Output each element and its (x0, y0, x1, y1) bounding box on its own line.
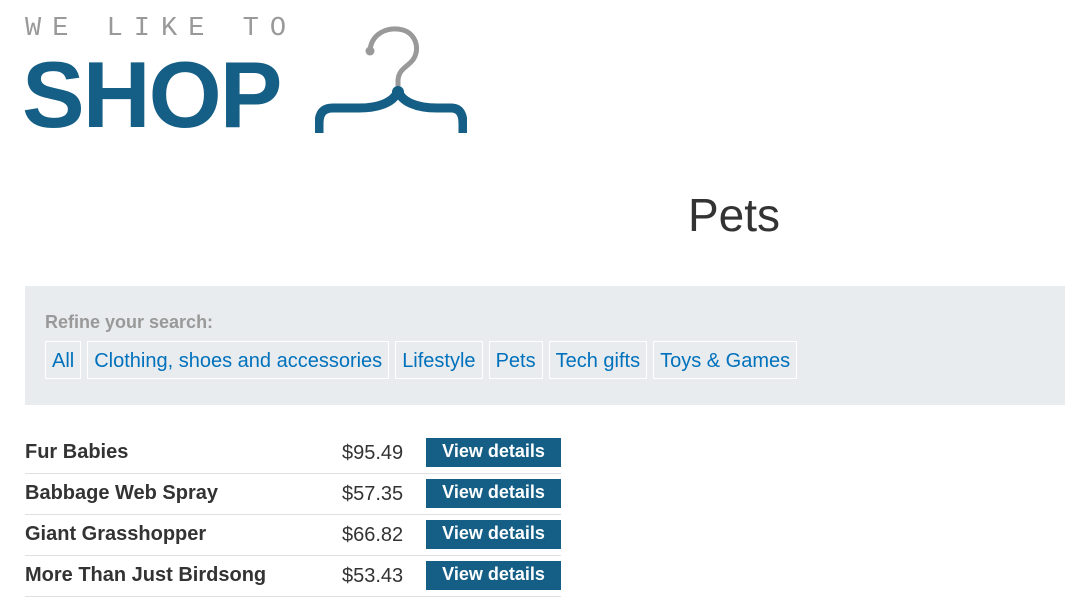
view-details-button[interactable]: View details (426, 520, 561, 549)
table-row: More Than Just Birdsong $53.43 View deta… (25, 556, 561, 597)
view-details-button[interactable]: View details (426, 479, 561, 508)
filter-toys-games[interactable]: Toys & Games (653, 341, 798, 379)
table-row: Giant Grasshopper $66.82 View details (25, 515, 561, 556)
filter-clothing[interactable]: Clothing, shoes and accessories (87, 341, 390, 379)
filter-panel: Refine your search: All Clothing, shoes … (25, 286, 1065, 405)
filter-lifestyle[interactable]: Lifestyle (395, 341, 483, 379)
table-row: Babbage Web Spray $57.35 View details (25, 474, 561, 515)
page-title: Pets (688, 189, 781, 241)
filter-list: All Clothing, shoes and accessories Life… (45, 341, 798, 379)
view-details-button[interactable]: View details (426, 561, 561, 590)
filter-tech-gifts[interactable]: Tech gifts (548, 341, 648, 379)
view-details-button[interactable]: View details (426, 438, 561, 467)
product-table: Fur Babies $95.49 View details Babbage W… (25, 433, 561, 597)
filter-pets[interactable]: Pets (488, 341, 543, 379)
product-name: Fur Babies (25, 441, 129, 463)
page: WE LIKE TO SHOP Pets Refine your search:… (0, 0, 1065, 600)
product-name: More Than Just Birdsong (25, 564, 267, 586)
product-price: $53.43 (342, 565, 404, 587)
table-row: Fur Babies $95.49 View details (25, 433, 561, 474)
logo-wordmark: SHOP (22, 42, 282, 147)
logo-tagline: WE LIKE TO (25, 14, 298, 44)
logo[interactable]: WE LIKE TO SHOP (22, 14, 475, 147)
product-name: Giant Grasshopper (25, 523, 207, 545)
product-price: $57.35 (342, 483, 404, 505)
hanger-icon (315, 26, 467, 133)
product-price: $95.49 (342, 442, 404, 464)
product-name: Babbage Web Spray (25, 482, 219, 504)
filter-all[interactable]: All (45, 341, 82, 379)
filter-heading: Refine your search: (45, 312, 214, 332)
product-price: $66.82 (342, 524, 404, 546)
